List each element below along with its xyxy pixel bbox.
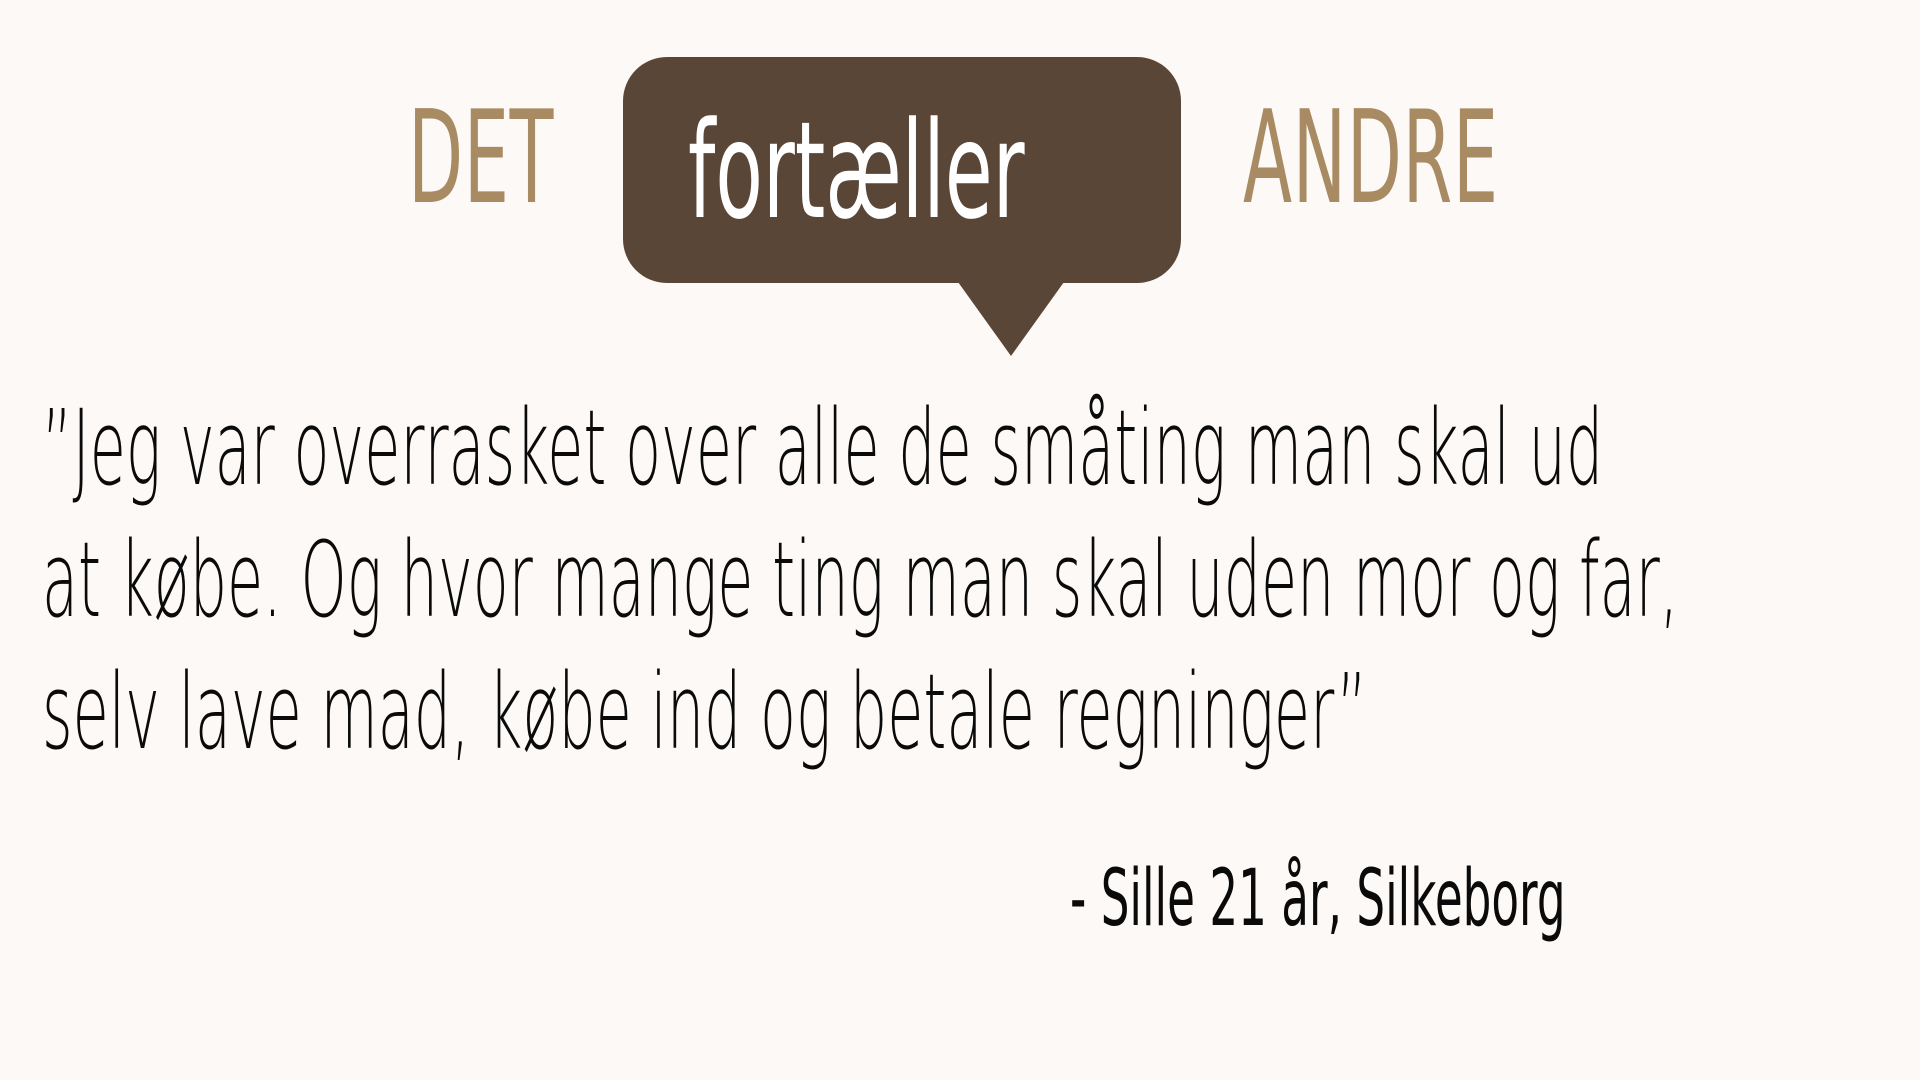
heading-word-det: DET [408,84,554,233]
quote-line-2: at købe. Og hvor mange ting man skal ude… [42,519,1679,641]
heading-word-andre: ANDRE [1243,84,1499,233]
testimonial-slide: DET fortæller ANDRE ”Jeg var overrasket … [0,0,1920,1080]
quote-line-1: ”Jeg var overrasket over alle de småting… [42,387,1604,509]
speech-bubble-text: fortæller [688,93,1025,249]
quote-attribution: - Sille 21 år, Silkeborg [1070,854,1566,944]
speech-bubble-tail [958,282,1064,356]
quote-line-3: selv lave mad, købe ind og betale regnin… [42,651,1368,773]
testimonial-quote: ”Jeg var overrasket over alle de småting… [42,382,1678,778]
